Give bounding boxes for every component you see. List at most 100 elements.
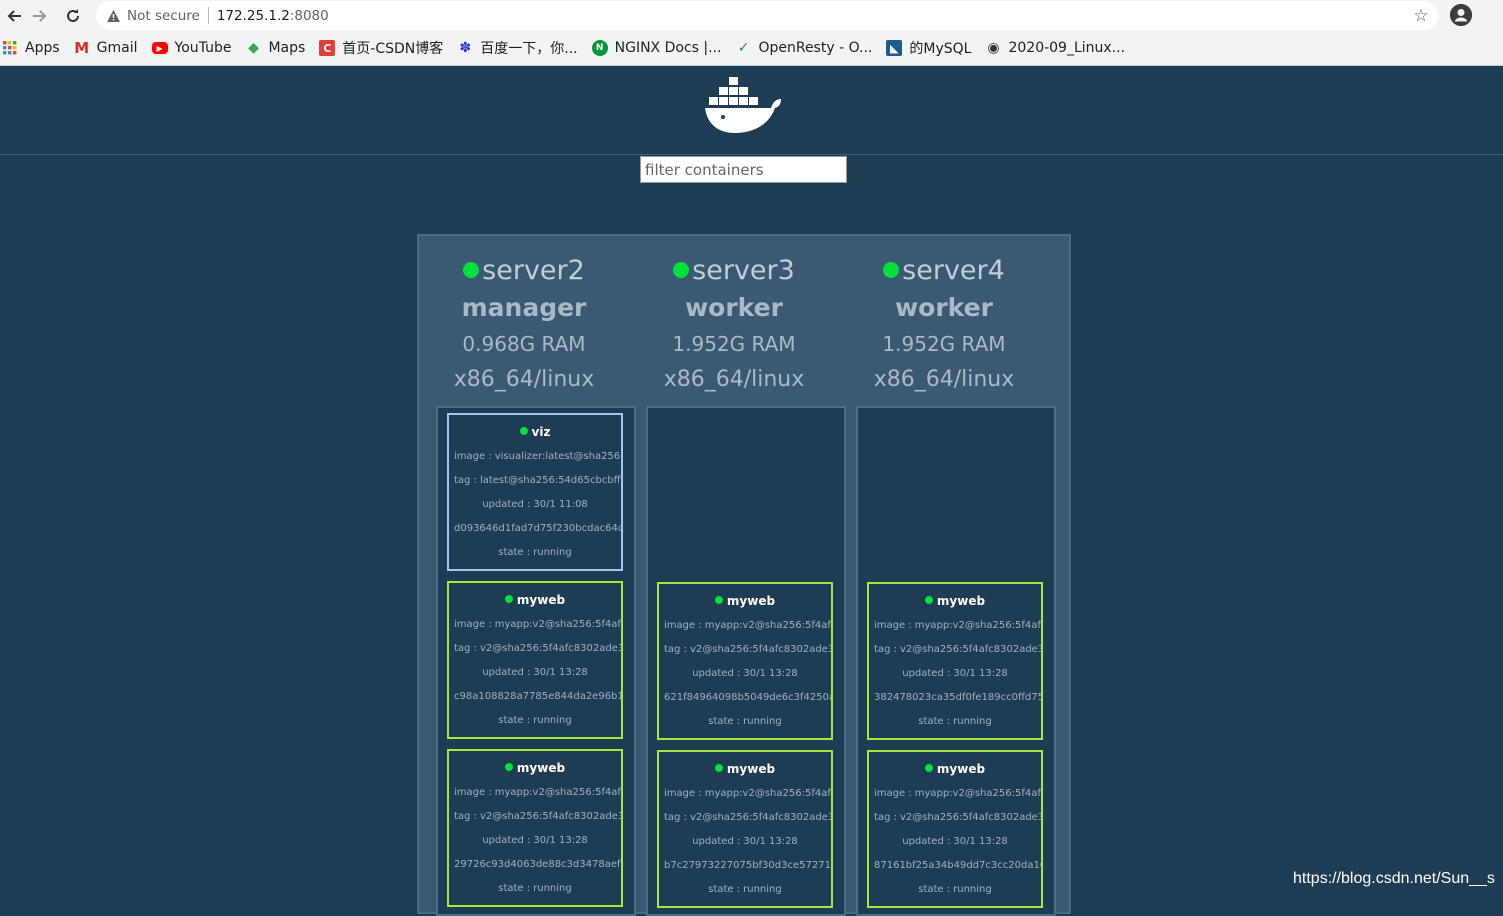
bookmark-label: Maps bbox=[268, 40, 306, 56]
node-name: server2 bbox=[419, 252, 629, 289]
status-dot-icon bbox=[924, 764, 933, 772]
container-tag: tag :latest@sha256:54d65cbcbff52e bbox=[454, 475, 621, 486]
container-tag: tag :v2@sha256:5f4afc8302ade316f bbox=[874, 812, 1041, 823]
container-updated: updated :30/1 13:28 bbox=[692, 668, 798, 679]
bookmark-item[interactable]: ◆ Maps bbox=[245, 40, 305, 56]
status-dot-icon bbox=[714, 764, 723, 772]
bookmark-item[interactable]: ✽ 百度一下，你... bbox=[457, 38, 577, 58]
container-image: image :myapp:v2@sha256:5f4afc8302ade316f bbox=[454, 619, 621, 630]
bookmark-item[interactable]: ◉ 2020-09_Linux... bbox=[985, 40, 1125, 56]
node-os: x86_64/linux bbox=[453, 367, 595, 392]
container-state: state : running bbox=[498, 883, 572, 894]
node-role: worker bbox=[685, 293, 783, 322]
node-column-server3: server3 worker 1.952G RAM x86_64/linux myweb… bbox=[629, 236, 846, 916]
container-id: c98a108828a7785e844da2e96b1666 bbox=[454, 691, 621, 702]
url-host[interactable]: 172.25.1.2 bbox=[217, 8, 290, 24]
container-updated: updated :30/1 13:28 bbox=[482, 835, 588, 846]
warning-triangle-icon[interactable] bbox=[105, 8, 121, 24]
container-image: image :visualizer:latest@sha256:54d65cbc… bbox=[454, 451, 621, 462]
back-arrow-icon[interactable] bbox=[2, 4, 26, 28]
container-updated: updated :30/1 13:28 bbox=[902, 668, 1008, 679]
status-dot-icon bbox=[883, 262, 900, 278]
container-image: image :myapp:v2@sha256:5f4afc8302ade316f bbox=[874, 620, 1041, 631]
bookmark-item[interactable]: N NGINX Docs |... bbox=[591, 40, 721, 56]
container-card[interactable]: viz image :visualizer:latest@sha256:54d65… bbox=[447, 413, 623, 571]
security-label[interactable]: Not secure bbox=[127, 8, 200, 24]
bookmark-label: Apps bbox=[25, 40, 60, 56]
bookmark-item[interactable]: ◣ 的MySQL bbox=[886, 38, 971, 58]
container-updated: updated :30/1 13:28 bbox=[482, 667, 588, 678]
container-image: image :myapp:v2@sha256:5f4afc8302ade316f bbox=[664, 788, 831, 799]
node-role: manager bbox=[461, 293, 587, 322]
reload-icon[interactable] bbox=[61, 4, 85, 28]
container-id: 382478023ca35df0fe189cc0ffd75a74 bbox=[874, 692, 1041, 703]
status-dot-icon bbox=[673, 262, 690, 278]
container-id: d093646d1fad7d75f230bcdac64dcf6 bbox=[454, 523, 623, 534]
container-tag: tag :v2@sha256:5f4afc8302ade316f bbox=[874, 644, 1041, 655]
container-image: image :myapp:v2@sha256:5f4afc8302ade316f bbox=[664, 620, 831, 631]
cluster-panel: server2 manager 0.968G RAM x86_64/linuxviz i… bbox=[417, 234, 1071, 916]
container-id: 87161bf25a34b49dd7c3cc20da1014 bbox=[874, 860, 1043, 871]
container-card[interactable]: myweb image :myapp:v2@sha256:5f4afc8302ad… bbox=[657, 750, 833, 908]
container-name-text: viz bbox=[531, 425, 551, 439]
container-name: myweb bbox=[449, 751, 621, 781]
node-header: server4 worker 1.952G RAM x86_64/linux bbox=[839, 252, 1049, 398]
youtube-icon: ▶ bbox=[151, 42, 168, 54]
container-tag: tag :v2@sha256:5f4afc8302ade316f bbox=[664, 644, 831, 655]
bookmark-label: Gmail bbox=[96, 40, 138, 56]
node-name-text: server3 bbox=[692, 255, 795, 286]
filter-containers-input[interactable] bbox=[640, 156, 847, 183]
container-name-text: myweb bbox=[726, 762, 776, 776]
container-card[interactable]: myweb image :myapp:v2@sha256:5f4afc8302ad… bbox=[867, 750, 1043, 908]
container-name-text: myweb bbox=[516, 761, 566, 775]
bookmark-label: 2020-09_Linux... bbox=[1008, 40, 1126, 56]
container-tag: tag :v2@sha256:5f4afc8302ade316f bbox=[664, 812, 831, 823]
node-column-server4: server4 worker 1.952G RAM x86_64/linuxmyweb… bbox=[839, 236, 1056, 916]
apps-grid-icon bbox=[2, 40, 18, 56]
address-bar[interactable]: Not secure 172.25.1.2:8080 bbox=[96, 1, 1438, 30]
container-card[interactable]: myweb image :myapp:v2@sha256:5f4afc8302ad… bbox=[447, 749, 623, 907]
container-name: myweb bbox=[659, 752, 831, 782]
bookmark-item[interactable]: M Gmail bbox=[74, 39, 138, 57]
node-ram: 1.952G RAM bbox=[882, 332, 1006, 356]
container-name-text: myweb bbox=[726, 594, 776, 608]
node-ram: 1.952G RAM bbox=[672, 332, 796, 356]
url-port[interactable]: :8080 bbox=[290, 8, 329, 24]
globe-icon: ◉ bbox=[987, 40, 1000, 56]
bookmark-item[interactable]: Apps bbox=[2, 40, 60, 56]
node-header: server2 manager 0.968G RAM x86_64/linux bbox=[419, 252, 629, 398]
container-id: 621f84964098b5049de6c3f4250a88 bbox=[664, 692, 833, 703]
csdn-icon: C bbox=[319, 40, 336, 56]
container-card[interactable]: myweb image :myapp:v2@sha256:5f4afc8302ad… bbox=[867, 582, 1043, 740]
bookmark-item[interactable]: ✓ OpenResty - O... bbox=[735, 40, 873, 56]
bookmark-label: 百度一下，你... bbox=[480, 41, 578, 57]
baidu-icon: ✽ bbox=[459, 40, 472, 56]
watermark-text: https://blog.csdn.net/Sun__s bbox=[1293, 870, 1495, 887]
browser-chrome: Not secure 172.25.1.2:8080 ☆ Apps M Gmail ▶… bbox=[0, 0, 1503, 66]
container-tag: tag :v2@sha256:5f4afc8302ade316f bbox=[454, 811, 621, 822]
node-container-area: myweb image :myapp:v2@sha256:5f4afc8302ad… bbox=[646, 406, 846, 916]
node-ram: 0.968G RAM bbox=[462, 332, 586, 356]
container-card[interactable]: myweb image :myapp:v2@sha256:5f4afc8302ad… bbox=[657, 582, 833, 740]
container-card[interactable]: myweb image :myapp:v2@sha256:5f4afc8302ad… bbox=[447, 581, 623, 739]
status-dot-icon bbox=[504, 595, 513, 603]
profile-avatar-icon[interactable] bbox=[1450, 4, 1472, 26]
container-name: myweb bbox=[869, 752, 1041, 782]
bookmark-star-icon[interactable]: ☆ bbox=[1410, 5, 1432, 27]
bookmark-item[interactable]: ▶ YouTube bbox=[151, 40, 231, 56]
container-id: 29726c93d4063de88c3d3478aef4d5 bbox=[454, 859, 623, 870]
node-name: server4 bbox=[839, 252, 1049, 289]
container-name-text: myweb bbox=[936, 762, 986, 776]
node-container-area: viz image :visualizer:latest@sha256:54d65… bbox=[436, 406, 636, 916]
forward-arrow-icon[interactable] bbox=[28, 4, 52, 28]
bookmark-item[interactable]: C 首页-CSDN博客 bbox=[319, 38, 443, 58]
omnibox-divider bbox=[207, 7, 209, 24]
visualizer-header bbox=[0, 67, 1503, 155]
container-state: state : running bbox=[498, 547, 572, 558]
docker-whale-icon bbox=[703, 75, 785, 137]
container-state: state : running bbox=[498, 715, 572, 726]
container-name-text: myweb bbox=[516, 593, 566, 607]
container-state: state : running bbox=[918, 716, 992, 727]
mysql-icon: ◣ bbox=[886, 40, 903, 56]
nginx-icon: N bbox=[591, 40, 608, 56]
